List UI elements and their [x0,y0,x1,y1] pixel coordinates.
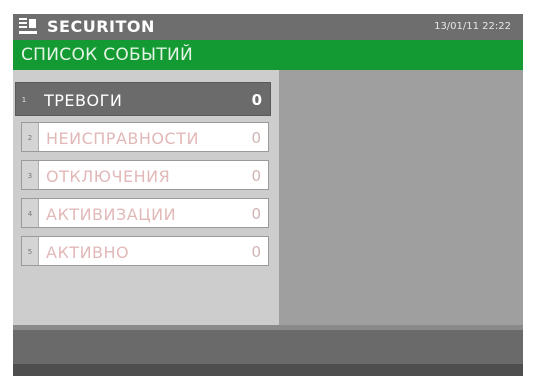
event-row-active[interactable]: 5 АКТИВНО 0 [21,236,269,266]
page-title: СПИСОК СОБЫТИЙ [21,45,194,65]
row-label: АКТИВИЗАЦИИ [46,205,177,224]
row-index: 1 [16,83,32,115]
row-index: 3 [22,161,39,189]
panel-screen: SECURITON 13/01/11 22:22 СПИСОК СОБЫТИЙ … [13,14,523,376]
row-index: 4 [22,199,39,227]
row-label: ОТКЛЮЧЕНИЯ [46,167,171,186]
row-count: 0 [251,167,261,185]
row-count: 0 [251,91,262,109]
event-row-faults[interactable]: 2 НЕИСПРАВНОСТИ 0 [21,122,269,152]
bottom-strip [13,364,523,376]
bottom-bar [13,330,523,364]
row-label: АКТИВНО [46,243,130,262]
row-index: 2 [22,123,39,151]
event-row-alarms[interactable]: 1 ТРЕВОГИ 0 [15,82,271,116]
date-time: 13/01/11 22:22 [434,21,511,32]
event-list-panel: 1 ТРЕВОГИ 0 2 НЕИСПРАВНОСТИ 0 3 ОТКЛЮЧЕН… [13,70,279,325]
brand-name: SECURITON [47,17,155,36]
row-count: 0 [251,129,261,147]
detail-panel [279,70,523,325]
row-index: 5 [22,237,39,265]
panel-logo-icon [19,18,37,34]
event-list: 1 ТРЕВОГИ 0 2 НЕИСПРАВНОСТИ 0 3 ОТКЛЮЧЕН… [15,82,271,274]
event-row-activations[interactable]: 4 АКТИВИЗАЦИИ 0 [21,198,269,228]
row-label: ТРЕВОГИ [44,91,123,110]
row-count: 0 [251,243,261,261]
top-bar: SECURITON 13/01/11 22:22 [13,14,523,40]
title-bar: СПИСОК СОБЫТИЙ [13,40,523,70]
row-count: 0 [251,205,261,223]
event-row-disablements[interactable]: 3 ОТКЛЮЧЕНИЯ 0 [21,160,269,190]
row-label: НЕИСПРАВНОСТИ [46,129,199,148]
